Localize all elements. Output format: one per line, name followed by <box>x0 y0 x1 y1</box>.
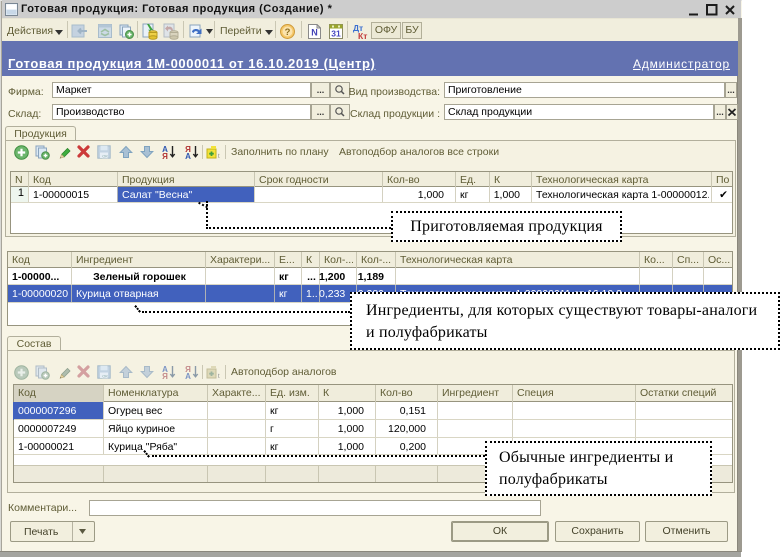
svg-text:А: А <box>185 152 191 159</box>
svg-text:Я: Я <box>162 152 168 159</box>
svg-text:А: А <box>185 372 191 379</box>
svg-text:N: N <box>311 28 318 38</box>
svg-text:Я: Я <box>162 372 168 379</box>
svg-text:_OK: _OK <box>99 154 108 159</box>
svg-text:_OK: _OK <box>99 374 108 379</box>
svg-text:t: t <box>218 154 220 159</box>
svg-text:?: ? <box>285 27 291 38</box>
svg-text:31: 31 <box>331 29 341 39</box>
svg-text:t: t <box>218 374 220 379</box>
